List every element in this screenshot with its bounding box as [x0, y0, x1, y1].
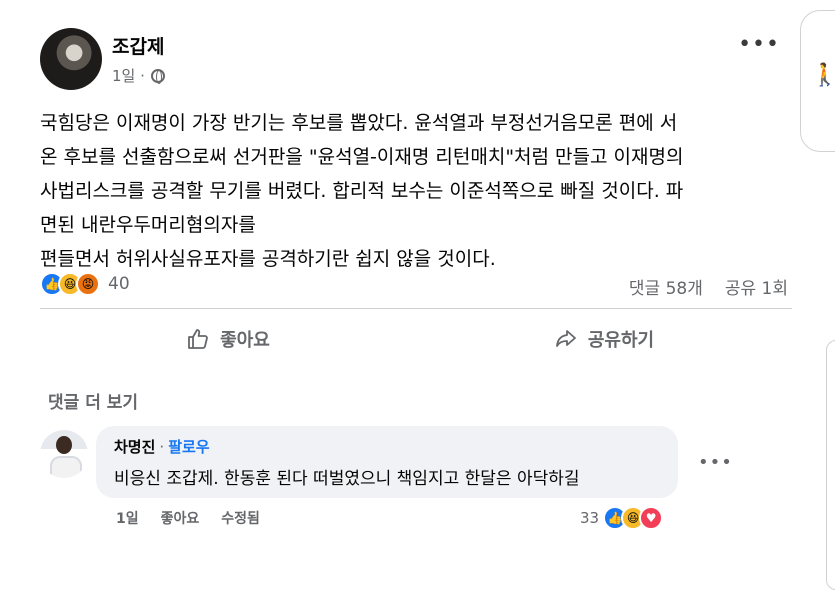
reaction-summary[interactable]: 👍 😆 😡 40	[40, 272, 130, 296]
side-panel-edge	[826, 340, 835, 590]
comment-time[interactable]: 1일	[116, 508, 139, 528]
commenter-name[interactable]: 차명진	[114, 438, 155, 456]
thumbs-up-icon	[188, 329, 209, 349]
comment-reactions[interactable]: 33 👍 😆 ♥	[580, 506, 664, 530]
post-stats: 댓글 58개 공유 1회	[629, 274, 788, 299]
share-arrow-icon	[555, 330, 576, 347]
follow-button[interactable]: 팔로우	[168, 438, 209, 456]
shares-count[interactable]: 공유 1회	[725, 274, 788, 299]
accessibility-person-icon: 🚶	[811, 63, 835, 88]
comment-actions: 1일 좋아요 수정됨	[116, 508, 260, 528]
love-icon: ♥	[639, 506, 664, 530]
share-label: 공유하기	[587, 330, 655, 351]
author-name[interactable]: 조갑제	[112, 32, 164, 59]
post-card: 조갑제 1일 · ••• 국힘당은 이재명이 가장 반기는 후보를 뽑았다. 윤…	[14, 10, 810, 536]
comment-like-button[interactable]: 좋아요	[161, 508, 200, 528]
more-options-icon[interactable]: •••	[738, 34, 780, 56]
post-meta: 1일 ·	[112, 65, 165, 86]
post-text: 국힘당은 이재명이 가장 반기는 후보를 뽑았다. 윤석열과 부정선거음모론 편…	[40, 112, 684, 270]
like-button[interactable]: 좋아요	[40, 318, 416, 360]
edited-label: 수정됨	[221, 511, 260, 527]
commenter-avatar[interactable]	[40, 430, 88, 478]
post-time[interactable]: 1일 ·	[112, 65, 145, 86]
comment-bubble: 차명진 · 팔로우 비응신 조갑제. 한동훈 된다 떠벌였으니 책임지고 한달은 아…	[96, 426, 678, 498]
like-label: 좋아요	[220, 330, 270, 351]
angry-icon: 😡	[76, 272, 100, 296]
post-actions: 좋아요 공유하기	[40, 318, 792, 360]
divider	[40, 308, 792, 309]
blank-area	[0, 536, 835, 616]
comment-reaction-count: 33	[580, 509, 600, 527]
separator: ·	[159, 438, 165, 456]
commenter-header: 차명진 · 팔로우	[114, 436, 210, 457]
comment-options-icon[interactable]: •••	[698, 452, 733, 473]
accessibility-button[interactable]: 🚶	[800, 10, 835, 152]
reaction-count: 40	[108, 274, 130, 294]
more-comments-link[interactable]: 댓글 더 보기	[48, 388, 138, 413]
share-button[interactable]: 공유하기	[416, 318, 792, 360]
comment-text: 비응신 조갑제. 한동훈 된다 떠벌였으니 책임지고 한달은 아닥하길	[114, 469, 580, 489]
globe-icon	[150, 68, 165, 84]
comments-count[interactable]: 댓글 58개	[629, 274, 703, 299]
author-avatar[interactable]	[40, 28, 102, 90]
